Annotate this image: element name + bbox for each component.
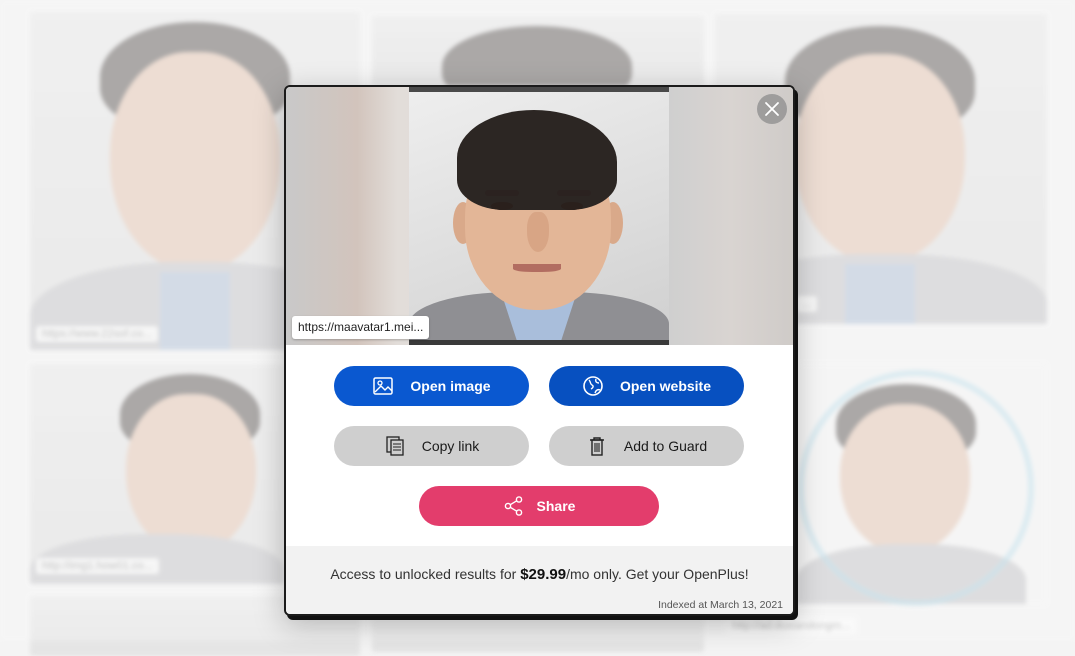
close-icon <box>765 102 779 116</box>
globe-icon <box>583 376 603 396</box>
modal-footer: Access to unlocked results for $29.99/mo… <box>286 546 793 614</box>
share-button[interactable]: Share <box>419 486 659 526</box>
result-image-preview: https://maavatar1.mei... <box>286 87 793 345</box>
open-website-label: Open website <box>619 378 712 394</box>
share-icon <box>504 496 522 516</box>
add-to-guard-button[interactable]: Add to Guard <box>549 426 744 466</box>
result-detail-modal: https://maavatar1.mei... Open image Open… <box>284 85 795 616</box>
openplus-promo[interactable]: Access to unlocked results for $29.99/mo… <box>286 566 793 583</box>
trash-icon <box>589 437 604 456</box>
promo-prefix: Access to unlocked results for <box>330 566 521 582</box>
promo-price: $29.99 <box>520 566 567 583</box>
source-url-chip[interactable]: https://maavatar1.mei... <box>292 316 430 339</box>
indexed-date: Indexed at March 13, 2021 <box>658 599 783 611</box>
image-icon <box>373 377 394 395</box>
close-button[interactable] <box>757 94 787 124</box>
copy-link-label: Copy link <box>421 438 480 454</box>
copy-link-button[interactable]: Copy link <box>334 426 529 466</box>
result-photo <box>409 87 669 345</box>
share-label: Share <box>536 498 576 514</box>
open-website-button[interactable]: Open website <box>549 366 744 406</box>
open-image-label: Open image <box>410 378 491 394</box>
copy-icon <box>386 436 404 456</box>
promo-suffix: /mo only. Get your OpenPlus! <box>566 566 749 582</box>
add-to-guard-label: Add to Guard <box>623 438 708 454</box>
open-image-button[interactable]: Open image <box>334 366 529 406</box>
